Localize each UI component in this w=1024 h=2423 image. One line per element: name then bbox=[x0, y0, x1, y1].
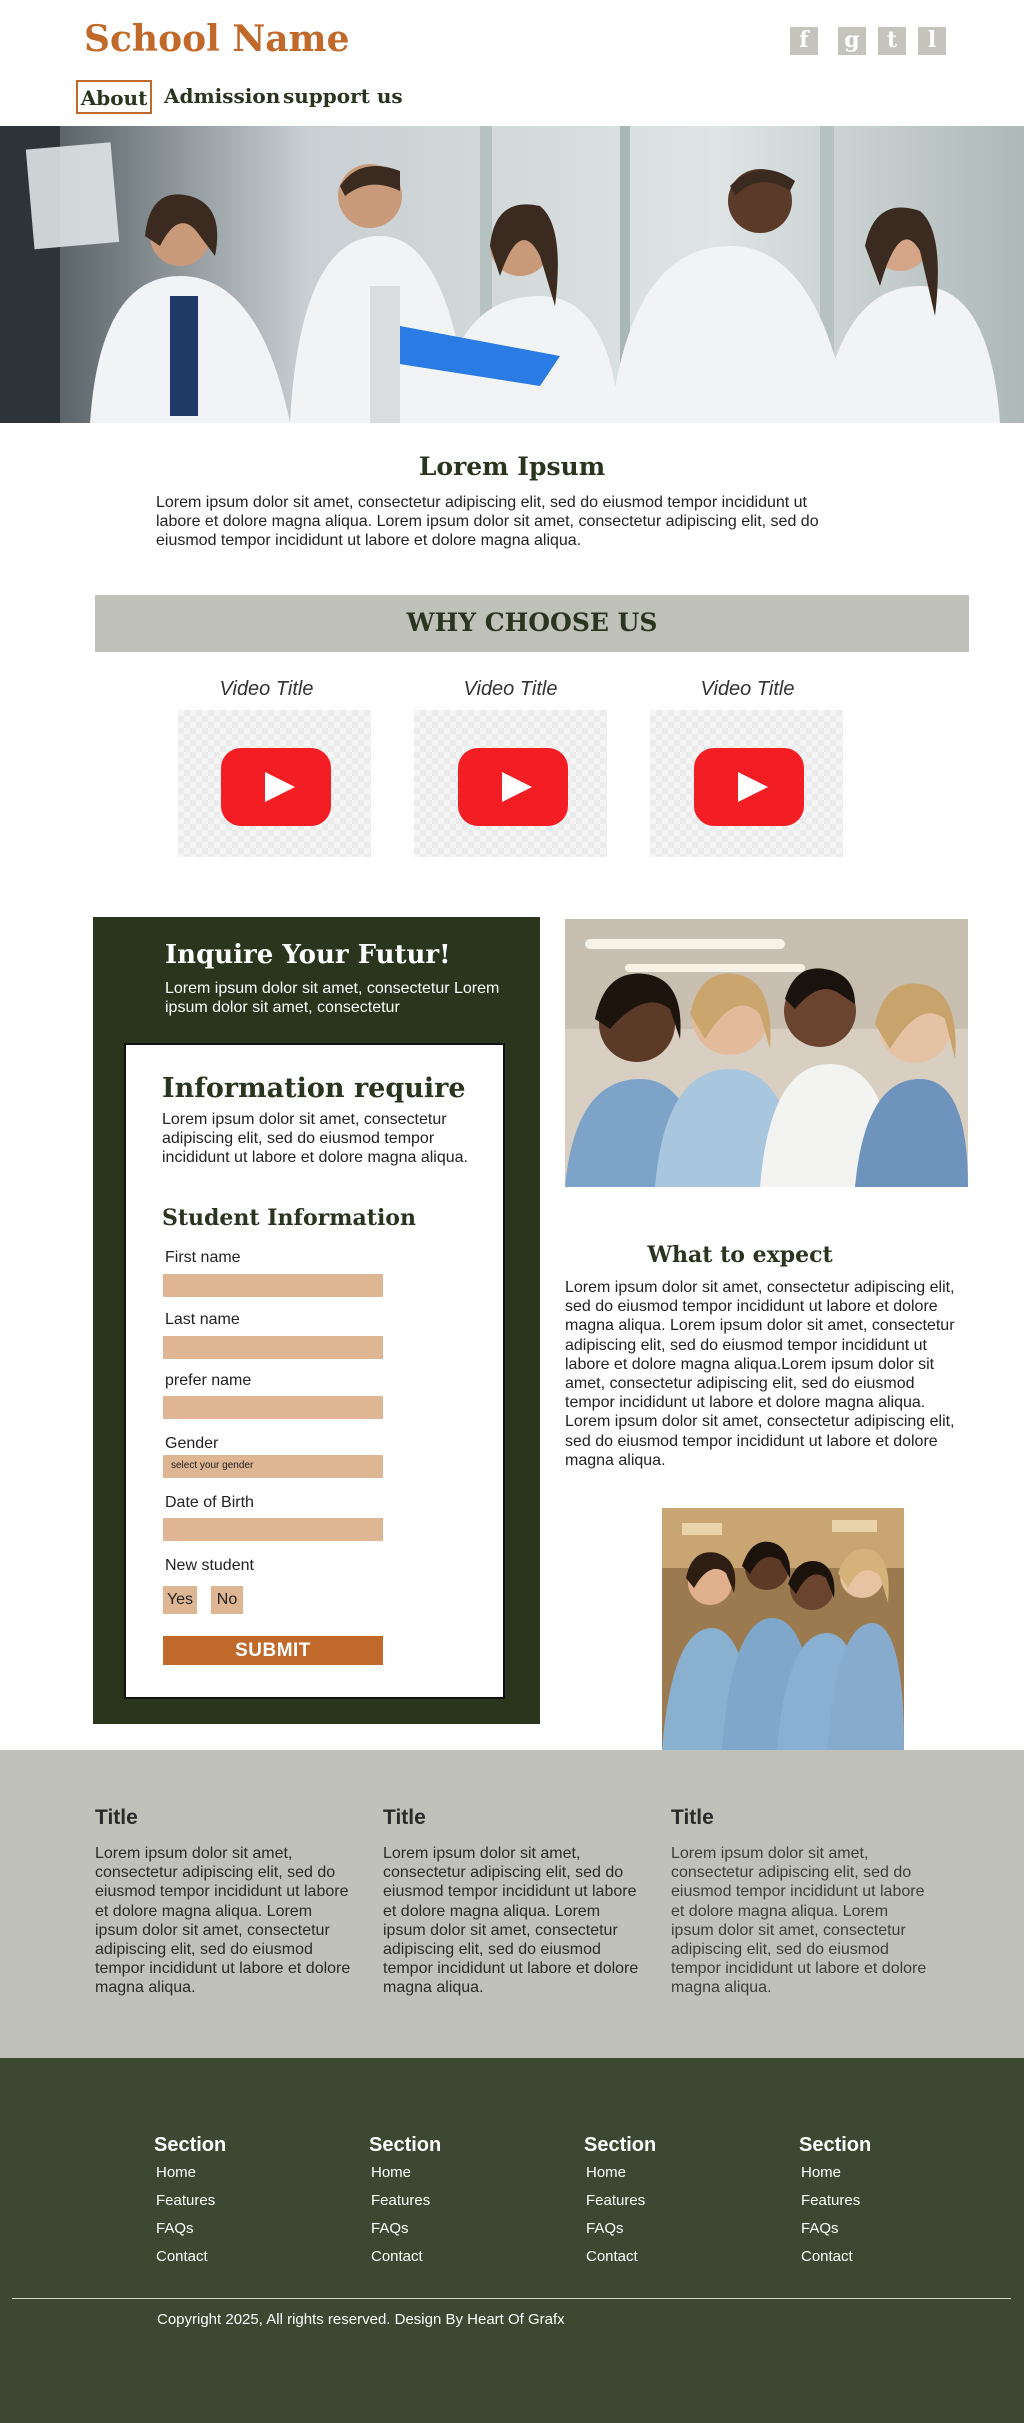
prefer-name-label: prefer name bbox=[165, 1372, 252, 1389]
band-text-1: Lorem ipsum dolor sit amet, consectetur … bbox=[95, 1845, 351, 1997]
footer-section-title-3: Section bbox=[584, 2134, 657, 2156]
band-title-1: Title bbox=[95, 1806, 138, 1829]
expect-text: Lorem ipsum dolor sit amet, consectetur … bbox=[565, 1279, 955, 1469]
footer-section-title-1: Section bbox=[154, 2134, 227, 2156]
new-student-label: New student bbox=[165, 1557, 254, 1574]
footer-section-title-2: Section bbox=[369, 2134, 442, 2156]
intro-text: Lorem ipsum dolor sit amet, consectetur … bbox=[156, 494, 819, 549]
prefer-name-field[interactable] bbox=[163, 1396, 383, 1419]
band-text-3: Lorem ipsum dolor sit amet, consectetur … bbox=[671, 1845, 927, 1997]
nav-admission[interactable]: Admission bbox=[164, 80, 280, 114]
footer-link-faqs[interactable]: FAQs bbox=[801, 2220, 839, 2237]
form-description: Lorem ipsum dolor sit amet, consectetur … bbox=[162, 1111, 468, 1166]
video-thumbnail-1[interactable] bbox=[178, 710, 371, 857]
footer-link-home[interactable]: Home bbox=[371, 2164, 411, 2181]
footer-link-contact[interactable]: Contact bbox=[156, 2248, 208, 2265]
video-title-2: Video Title bbox=[463, 678, 558, 700]
band-title-2: Title bbox=[383, 1806, 426, 1829]
gender-select[interactable]: select your gender bbox=[163, 1455, 383, 1478]
footer-link-features[interactable]: Features bbox=[801, 2192, 860, 2209]
video-title-1: Video Title bbox=[219, 678, 314, 700]
nurses-group-image bbox=[565, 919, 968, 1187]
footer-link-home[interactable]: Home bbox=[586, 2164, 626, 2181]
last-name-label: Last name bbox=[165, 1311, 240, 1328]
footer-link-contact[interactable]: Contact bbox=[586, 2248, 638, 2265]
dob-field[interactable] bbox=[163, 1518, 383, 1541]
hero-image bbox=[0, 126, 1024, 423]
video-thumbnail-3[interactable] bbox=[650, 710, 843, 857]
footer-link-features[interactable]: Features bbox=[586, 2192, 645, 2209]
nav-about[interactable]: About bbox=[76, 80, 152, 114]
video-title-3: Video Title bbox=[700, 678, 795, 700]
last-name-field[interactable] bbox=[163, 1336, 383, 1359]
google-icon[interactable]: g bbox=[838, 27, 866, 55]
linkedin-icon[interactable]: l bbox=[918, 27, 946, 55]
video-thumbnail-2[interactable] bbox=[414, 710, 607, 857]
gender-label: Gender bbox=[165, 1435, 219, 1452]
band-text-2: Lorem ipsum dolor sit amet, consectetur … bbox=[383, 1845, 639, 1997]
yes-option[interactable]: Yes bbox=[163, 1586, 197, 1614]
copyright: Copyright 2025, All rights reserved. Des… bbox=[157, 2311, 565, 2328]
nav-support-us[interactable]: support us bbox=[283, 80, 403, 114]
facebook-icon[interactable]: f bbox=[790, 27, 818, 55]
footer-link-features[interactable]: Features bbox=[371, 2192, 430, 2209]
intro-title: Lorem Ipsum bbox=[418, 452, 606, 481]
form-title: Information require bbox=[162, 1073, 466, 1104]
band-title-3: Title bbox=[671, 1806, 714, 1829]
no-option[interactable]: No bbox=[211, 1586, 243, 1614]
play-icon[interactable] bbox=[221, 748, 331, 826]
why-choose-us-title: WHY CHOOSE US bbox=[406, 608, 658, 637]
submit-button[interactable]: SUBMIT bbox=[163, 1636, 383, 1665]
expect-title: What to expect bbox=[647, 1242, 833, 1268]
dob-label: Date of Birth bbox=[165, 1494, 254, 1511]
first-name-label: First name bbox=[165, 1249, 241, 1266]
footer-link-contact[interactable]: Contact bbox=[801, 2248, 853, 2265]
nurses-portrait-image bbox=[662, 1508, 904, 1750]
play-icon[interactable] bbox=[694, 748, 804, 826]
twitter-icon[interactable]: t bbox=[878, 27, 906, 55]
inquire-subtitle: Lorem ipsum dolor sit amet, consectetur … bbox=[165, 980, 500, 1016]
play-icon[interactable] bbox=[458, 748, 568, 826]
footer-link-faqs[interactable]: FAQs bbox=[156, 2220, 194, 2237]
footer-link-faqs[interactable]: FAQs bbox=[586, 2220, 624, 2237]
footer-link-contact[interactable]: Contact bbox=[371, 2248, 423, 2265]
school-name[interactable]: School Name bbox=[84, 18, 350, 60]
footer-link-faqs[interactable]: FAQs bbox=[371, 2220, 409, 2237]
footer-link-home[interactable]: Home bbox=[801, 2164, 841, 2181]
footer-divider bbox=[12, 2298, 1011, 2299]
footer-link-features[interactable]: Features bbox=[156, 2192, 215, 2209]
footer-section-title-4: Section bbox=[799, 2134, 872, 2156]
first-name-field[interactable] bbox=[163, 1274, 383, 1297]
footer-link-home[interactable]: Home bbox=[156, 2164, 196, 2181]
inquire-title: Inquire Your Futur! bbox=[165, 940, 451, 970]
footer bbox=[0, 2058, 1024, 2423]
student-info-title: Student Information bbox=[162, 1205, 416, 1231]
